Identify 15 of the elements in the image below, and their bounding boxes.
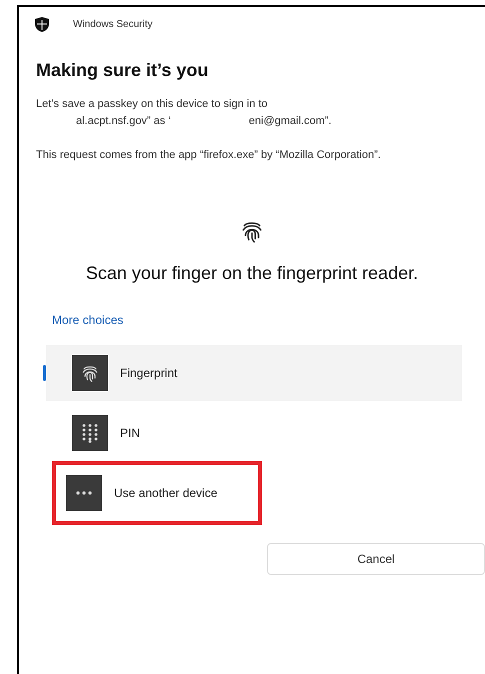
shield-icon <box>35 17 49 32</box>
message-text: eni@gmail.com”. <box>248 114 332 129</box>
request-note: This request comes from the app “firefox.exe” by “Mozilla Corporation”. <box>36 148 382 163</box>
window-title: Windows Security <box>73 18 152 32</box>
message-text: Let’s save a passkey on this device to sign in to <box>36 97 269 112</box>
option-item[interactable]: PIN <box>46 405 462 461</box>
keypad-icon <box>81 423 99 443</box>
prompt-text: Scan your finger on the fingerprint reader. <box>86 262 418 285</box>
more-icon <box>75 491 93 495</box>
option-item[interactable]: Use another device <box>56 465 258 521</box>
more-choices-link[interactable]: More choices <box>52 311 124 329</box>
option-item[interactable]: Fingerprint <box>46 345 462 401</box>
message-text: al.acpt.nsf.gov” as ‘ <box>76 114 171 129</box>
dialog-heading: Making sure it’s you <box>35 59 210 82</box>
cancel-button[interactable]: Cancel <box>267 543 485 575</box>
